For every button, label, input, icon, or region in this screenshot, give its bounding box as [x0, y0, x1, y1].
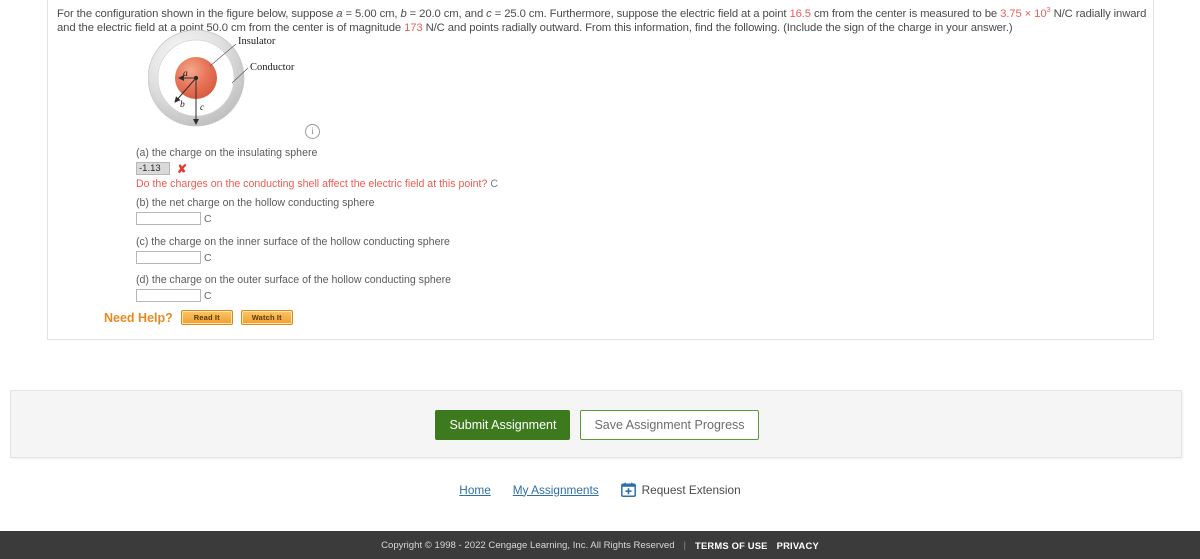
unit-label-c: C [204, 251, 212, 264]
label-a: a [183, 69, 188, 79]
feedback-unit: C [490, 178, 498, 190]
label-b: b [180, 100, 185, 110]
problem-text-seg7: N/C and points radially outward. From th… [422, 22, 1013, 35]
need-help-section: Need Help? Read It Watch It [104, 310, 293, 325]
watch-it-button[interactable]: Watch It [240, 310, 293, 325]
part-c-label: (c) the charge on the inner surface of t… [136, 236, 450, 248]
info-icon[interactable]: i [305, 124, 320, 139]
problem-text-seg1: For the configuration shown in the figur… [57, 7, 337, 20]
part-a-feedback: Do the charges on the conducting shell a… [136, 178, 498, 190]
save-assignment-progress-button[interactable]: Save Assignment Progress [580, 410, 759, 440]
submit-assignment-button[interactable]: Submit Assignment [435, 410, 571, 440]
answer-input-d[interactable] [136, 289, 201, 302]
multiplication-symbol: × 10 [1021, 7, 1047, 20]
answer-input-c[interactable] [136, 251, 201, 264]
part-d-answer-row: C [136, 289, 451, 302]
copyright-text: Copyright © 1998 - 2022 Cengage Learning… [381, 539, 675, 551]
part-b-answer-row: C [136, 212, 375, 225]
problem-text-seg4: = 25.0 cm. Furthermore, suppose the elec… [491, 7, 790, 20]
value-field-2: 173 [404, 22, 423, 35]
insulator-label: Insulator [238, 36, 276, 47]
concentric-spheres-diagram: Insulator Conductor a b c [148, 29, 295, 127]
question-part-c: (c) the charge on the inner surface of t… [136, 236, 450, 264]
home-link[interactable]: Home [459, 483, 490, 497]
page-root: For the configuration shown in the figur… [0, 0, 1200, 559]
question-part-d: (d) the charge on the outer surface of t… [136, 274, 451, 302]
request-extension-label: Request Extension [641, 482, 741, 497]
answer-input-a[interactable] [136, 162, 170, 175]
question-part-a: (a) the charge on the insulating sphere … [136, 147, 498, 190]
calendar-plus-icon [620, 482, 636, 497]
my-assignments-link[interactable]: My Assignments [513, 483, 599, 497]
privacy-link[interactable]: PRIVACY [777, 540, 819, 551]
part-a-answer-row: ✘ [136, 162, 498, 175]
question-card: For the configuration shown in the figur… [47, 0, 1154, 340]
bottom-bar-separator: | [683, 539, 687, 551]
conductor-label: Conductor [250, 62, 295, 73]
problem-text-seg2: = 5.00 cm, [342, 7, 401, 20]
unit-label-b: C [204, 212, 212, 225]
submit-button-row: Submit Assignment Save Assignment Progre… [11, 391, 1183, 459]
part-a-label: (a) the charge on the insulating sphere [136, 147, 318, 159]
submit-panel: Submit Assignment Save Assignment Progre… [10, 390, 1182, 458]
terms-of-use-link[interactable]: TERMS OF USE [695, 540, 768, 551]
unit-label-d: C [204, 289, 212, 302]
read-it-button[interactable]: Read It [180, 310, 233, 325]
part-d-label: (d) the charge on the outer surface of t… [136, 274, 452, 286]
problem-text-seg3: = 20.0 cm, and [406, 7, 487, 20]
physics-figure: Insulator Conductor a b c [148, 28, 328, 138]
copyright-bar: Copyright © 1998 - 2022 Cengage Learning… [0, 531, 1200, 559]
question-part-b: (b) the net charge on the hollow conduct… [136, 197, 375, 225]
problem-text-seg5: cm from the center is measured to be [810, 7, 1001, 20]
incorrect-icon: ✘ [177, 161, 188, 176]
need-help-label: Need Help? [104, 310, 173, 325]
feedback-text: Do the charges on the conducting shell a… [136, 178, 488, 190]
footer-navigation: Home My Assignments Request Extension [0, 482, 1200, 497]
part-c-answer-row: C [136, 251, 450, 264]
value-field-1: 3.75 [1000, 7, 1022, 20]
request-extension-link[interactable]: Request Extension [620, 482, 741, 497]
value-radius-1: 16.5 [789, 7, 811, 20]
answer-input-b[interactable] [136, 212, 201, 225]
part-b-label: (b) the net charge on the hollow conduct… [136, 197, 375, 209]
